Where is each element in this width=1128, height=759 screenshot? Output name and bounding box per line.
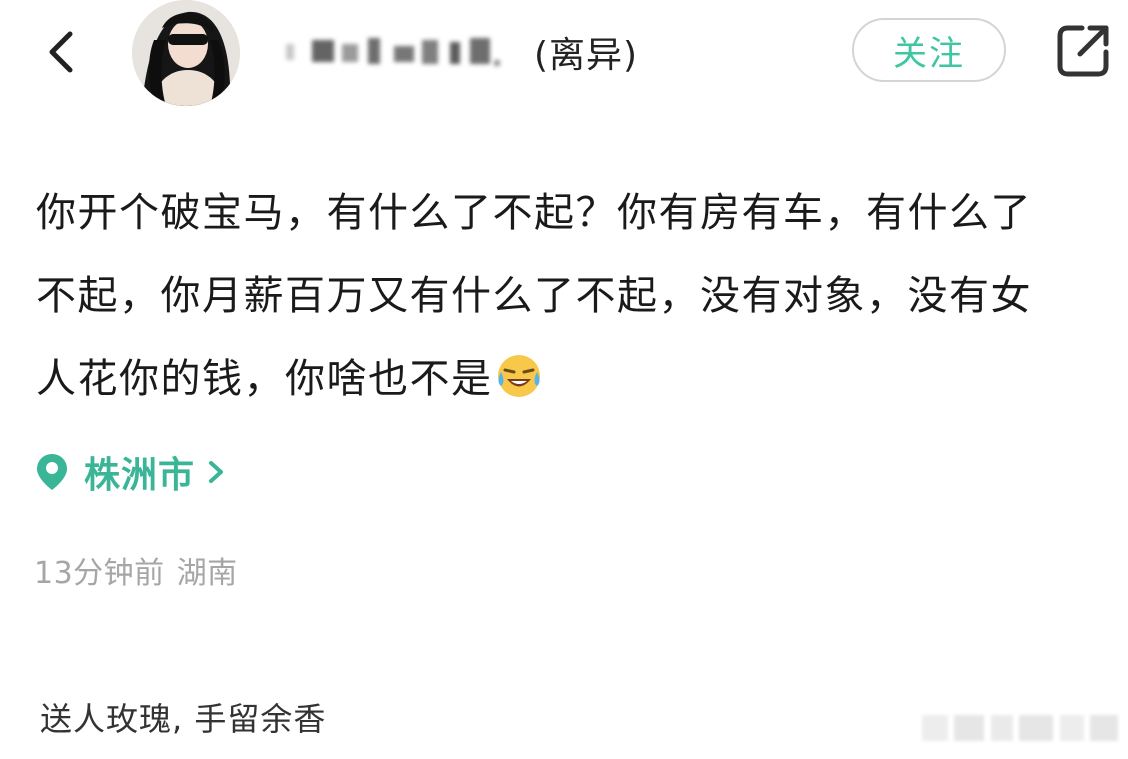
follow-button[interactable]: 关注 — [852, 18, 1006, 82]
marital-status-tag: (离异) — [534, 35, 639, 76]
post-line-2: 不起，你月薪百万又有什么了不起，没有对象，没有女 — [36, 273, 1032, 319]
post-meta: 13分钟前 湖南 — [34, 548, 238, 592]
location-label: 株洲市 — [84, 455, 196, 496]
post-line-1: 你开个破宝马，有什么了不起？你有房有车，有什么了 — [36, 190, 1032, 236]
post-line-3: 人花你的钱，你啥也不是 — [36, 338, 1106, 421]
location-link[interactable]: 株洲市 — [34, 444, 227, 500]
footer-slogan: 送人玫瑰, 手留余香 — [40, 700, 327, 738]
avatar[interactable] — [132, 0, 240, 106]
user-avatar-image — [132, 0, 240, 106]
post-content: 你开个破宝马，有什么了不起？你有房有车，有什么了 不起，你月薪百万又有什么了不起… — [36, 172, 1106, 421]
username-redacted — [282, 30, 512, 74]
post-time: 13分钟前 — [34, 556, 165, 591]
location-pin-icon — [37, 454, 67, 490]
post-header: (离异) 关注 — [0, 0, 1128, 110]
post-line-3-text: 人花你的钱，你啥也不是 — [36, 356, 493, 402]
chevron-right-icon — [209, 461, 224, 483]
username[interactable]: (离异) — [282, 22, 638, 82]
back-button[interactable] — [38, 22, 88, 82]
external-share-icon — [1057, 25, 1109, 77]
post-detail-page: (离异) 关注 你开个破宝马，有什么了不起？你有房有车，有什么了 不起，你月薪百… — [0, 0, 1128, 759]
post-region: 湖南 — [176, 556, 238, 591]
watermark-redacted — [922, 710, 1118, 746]
chevron-left-icon — [49, 31, 73, 73]
share-button[interactable] — [1052, 20, 1114, 82]
laughing-crying-emoji-icon — [497, 355, 540, 397]
